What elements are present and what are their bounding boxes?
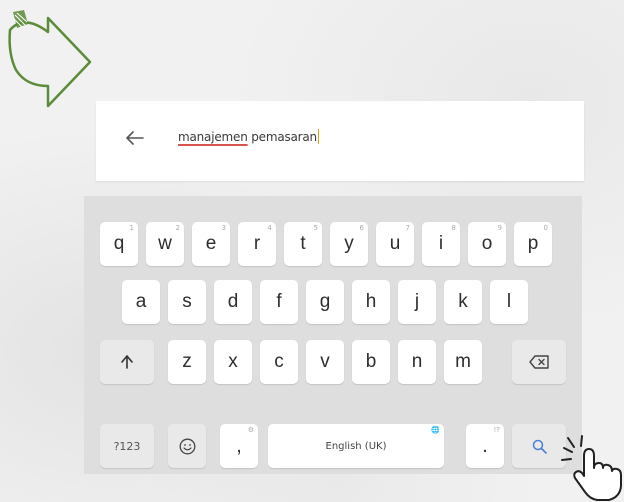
- key-label: v: [320, 351, 330, 372]
- key-label: o: [481, 233, 493, 254]
- key-label: u: [389, 233, 401, 254]
- key-r[interactable]: r4: [238, 222, 276, 266]
- key-n[interactable]: n: [398, 340, 436, 384]
- key-label: n: [411, 351, 423, 372]
- key-label: w: [158, 233, 172, 254]
- key-c[interactable]: c: [260, 340, 298, 384]
- period-key-label: .: [482, 434, 488, 457]
- comma-key[interactable]: , ⚙: [220, 424, 258, 468]
- key-label: q: [113, 233, 125, 254]
- key-label: h: [365, 291, 377, 312]
- shift-arrow-icon: [121, 355, 133, 369]
- key-m[interactable]: m: [444, 340, 482, 384]
- key-label: e: [205, 233, 217, 254]
- key-label: b: [365, 351, 377, 372]
- key-label: c: [274, 351, 284, 372]
- key-p[interactable]: p0: [514, 222, 552, 266]
- emoji-key[interactable]: [168, 424, 206, 468]
- key-label: d: [227, 291, 239, 312]
- key-label: a: [135, 291, 147, 312]
- key-b[interactable]: b: [352, 340, 390, 384]
- shift-key[interactable]: [100, 340, 154, 384]
- search-bar[interactable]: manajemen pemasaran: [96, 101, 584, 181]
- search-input[interactable]: manajemen pemasaran: [178, 129, 319, 144]
- space-key-label: English (UK): [325, 440, 387, 452]
- key-i[interactable]: i8: [422, 222, 460, 266]
- key-f[interactable]: f: [260, 280, 298, 324]
- key-hint: 2: [175, 224, 180, 232]
- key-k[interactable]: k: [444, 280, 482, 324]
- key-t[interactable]: t5: [284, 222, 322, 266]
- key-hint: 6: [359, 224, 364, 232]
- key-z[interactable]: z: [168, 340, 206, 384]
- key-label: r: [253, 233, 261, 254]
- backspace-icon: [529, 355, 549, 369]
- key-hint: 5: [313, 224, 318, 232]
- text-cursor: [317, 129, 319, 144]
- soft-keyboard: q1 w2 e3 r4 t5 y6 u7 i8 o9 p0 a s d f g …: [84, 196, 582, 474]
- key-s[interactable]: s: [168, 280, 206, 324]
- key-label: y: [344, 233, 354, 254]
- key-hint: 1: [129, 224, 134, 232]
- key-hint: 7: [405, 224, 410, 232]
- space-key-hint: 🌐: [431, 426, 440, 434]
- key-label: g: [319, 291, 331, 312]
- key-j[interactable]: j: [398, 280, 436, 324]
- key-l[interactable]: l: [490, 280, 528, 324]
- key-w[interactable]: w2: [146, 222, 184, 266]
- key-label: f: [276, 291, 282, 312]
- key-hint: 4: [267, 224, 272, 232]
- key-q[interactable]: q1: [100, 222, 138, 266]
- comma-key-label: ,: [236, 434, 242, 457]
- key-hint: 0: [543, 224, 548, 232]
- key-label: p: [527, 233, 539, 254]
- period-key[interactable]: .!?: [466, 424, 504, 468]
- key-g[interactable]: g: [306, 280, 344, 324]
- emoji-smiley-icon: [179, 438, 195, 454]
- key-label: z: [182, 351, 192, 372]
- key-hint: 3: [221, 224, 226, 232]
- period-key-hint: !?: [493, 426, 500, 434]
- search-key[interactable]: [512, 424, 566, 468]
- key-x[interactable]: x: [214, 340, 252, 384]
- tap-hand-icon: [561, 435, 622, 501]
- key-label: t: [300, 233, 306, 254]
- key-label: i: [438, 233, 444, 254]
- key-y[interactable]: y6: [330, 222, 368, 266]
- backspace-key[interactable]: [512, 340, 566, 384]
- key-v[interactable]: v: [306, 340, 344, 384]
- decorative-arrow-icon: [8, 10, 92, 108]
- key-hint: 9: [497, 224, 502, 232]
- key-label: k: [458, 291, 468, 312]
- symbols-key-label: ?123: [113, 439, 141, 453]
- key-e[interactable]: e3: [192, 222, 230, 266]
- key-o[interactable]: o9: [468, 222, 506, 266]
- key-a[interactable]: a: [122, 280, 160, 324]
- space-key[interactable]: English (UK) 🌐: [268, 424, 444, 468]
- search-query-rest: pemasaran: [247, 130, 317, 144]
- search-icon: [532, 439, 547, 454]
- key-label: m: [455, 351, 471, 372]
- key-label: j: [414, 291, 420, 312]
- key-label: l: [506, 291, 512, 312]
- key-hint: 8: [451, 224, 456, 232]
- key-h[interactable]: h: [352, 280, 390, 324]
- comma-key-hint: ⚙: [247, 426, 254, 434]
- key-u[interactable]: u7: [376, 222, 414, 266]
- key-label: x: [228, 351, 238, 372]
- symbols-key[interactable]: ?123: [100, 424, 154, 468]
- key-label: s: [182, 291, 192, 312]
- key-d[interactable]: d: [214, 280, 252, 324]
- back-arrow-icon[interactable]: [126, 131, 144, 145]
- search-query-misspelled-word: manajemen: [178, 130, 248, 144]
